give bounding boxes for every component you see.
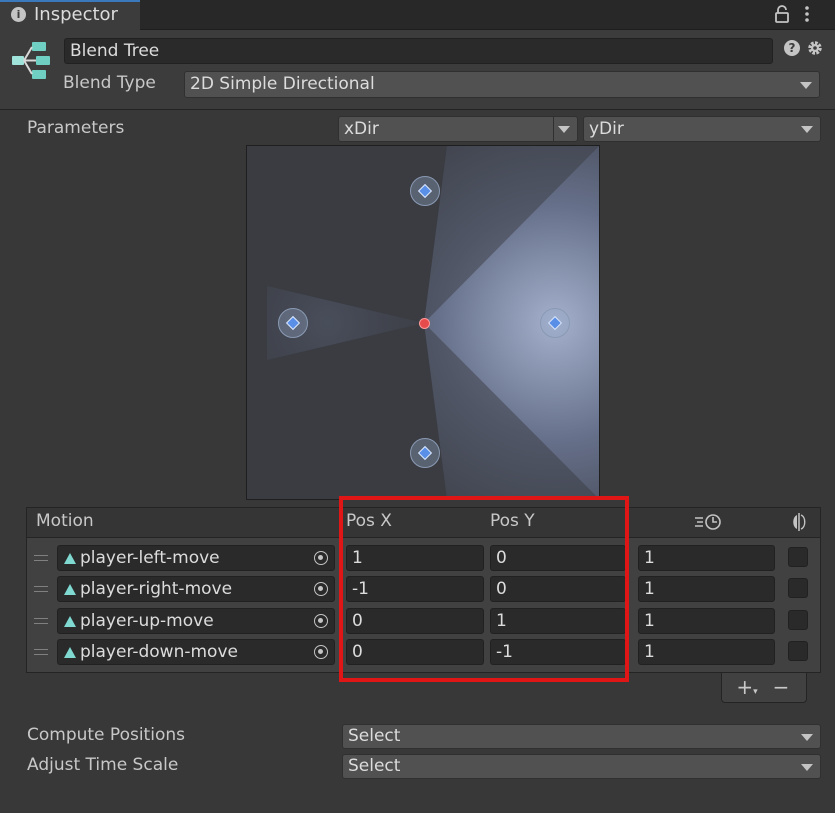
- adjust-time-scale-value: Select: [348, 756, 401, 776]
- time-scale-field[interactable]: 1: [638, 639, 775, 665]
- object-picker-icon[interactable]: [314, 582, 328, 596]
- compute-positions-label: Compute Positions: [27, 725, 185, 745]
- object-picker-icon[interactable]: [314, 551, 328, 565]
- blend-node-left[interactable]: [278, 308, 308, 338]
- chevron-down-icon: [801, 126, 813, 133]
- help-icon[interactable]: ?: [784, 40, 800, 56]
- blend-type-label: Blend Type: [63, 73, 156, 93]
- blend-node-up[interactable]: [410, 176, 440, 206]
- y-parameter-dropdown[interactable]: yDir: [583, 116, 821, 142]
- blend-node-down[interactable]: [410, 438, 440, 468]
- motion-clip-name: player-down-move: [80, 642, 238, 662]
- animation-clip-icon: [64, 584, 76, 595]
- blend-tree-icon: [12, 42, 50, 79]
- x-parameter-dropdown[interactable]: xDir: [338, 116, 578, 142]
- motion-clip-field[interactable]: player-right-move: [57, 576, 335, 602]
- animation-clip-icon: [64, 553, 76, 564]
- x-parameter-value: xDir: [344, 119, 379, 139]
- chevron-down-icon: [558, 126, 570, 133]
- drag-handle-icon[interactable]: [34, 649, 48, 655]
- chevron-down-icon: [801, 763, 813, 771]
- time-scale-field[interactable]: 1: [638, 576, 775, 602]
- motion-clip-name: player-right-move: [80, 579, 233, 599]
- lock-icon[interactable]: [773, 4, 791, 24]
- drag-handle-icon[interactable]: [34, 618, 48, 624]
- list-footer: [721, 673, 807, 703]
- mirror-icon: [793, 513, 806, 531]
- drag-handle-icon[interactable]: [34, 555, 48, 561]
- more-options-icon[interactable]: [800, 4, 814, 24]
- motion-clip-name: player-up-move: [80, 611, 214, 631]
- mirror-checkbox[interactable]: [788, 610, 808, 630]
- motion-clip-field[interactable]: player-left-move: [57, 545, 335, 571]
- mirror-checkbox[interactable]: [788, 578, 808, 598]
- mirror-checkbox[interactable]: [788, 547, 808, 567]
- adjust-time-scale-dropdown[interactable]: Select: [342, 754, 821, 779]
- blend-type-value: 2D Simple Directional: [190, 74, 375, 94]
- object-picker-icon[interactable]: [314, 645, 328, 659]
- animation-clip-icon: [64, 647, 76, 658]
- chevron-down-icon: [801, 733, 813, 741]
- blend-tree-name-field[interactable]: Blend Tree: [64, 38, 773, 64]
- blend-graph[interactable]: [246, 145, 600, 500]
- add-motion-button[interactable]: +▾: [736, 675, 758, 699]
- compute-positions-dropdown[interactable]: Select: [342, 724, 821, 749]
- mirror-checkbox[interactable]: [788, 641, 808, 661]
- time-scale-icon: [695, 514, 721, 530]
- info-icon: i: [11, 7, 26, 22]
- compute-positions-value: Select: [348, 726, 401, 746]
- blend-position-marker[interactable]: [419, 318, 430, 329]
- drag-handle-icon[interactable]: [34, 586, 48, 592]
- motion-clip-field[interactable]: player-up-move: [57, 608, 335, 634]
- y-parameter-value: yDir: [589, 119, 624, 139]
- object-picker-icon[interactable]: [314, 614, 328, 628]
- time-scale-field[interactable]: 1: [638, 545, 775, 571]
- blend-type-dropdown[interactable]: 2D Simple Directional: [184, 71, 820, 98]
- motion-clip-field[interactable]: player-down-move: [57, 639, 335, 665]
- time-scale-field[interactable]: 1: [638, 608, 775, 634]
- highlight-box: [339, 496, 629, 682]
- tab-title: Inspector: [34, 4, 118, 25]
- gear-icon[interactable]: [806, 39, 824, 57]
- chevron-down-icon: [800, 81, 812, 89]
- remove-motion-button[interactable]: −: [771, 675, 791, 699]
- motion-column-header: Motion: [36, 511, 94, 531]
- motion-clip-name: player-left-move: [80, 548, 220, 568]
- animation-clip-icon: [64, 616, 76, 627]
- blend-node-right[interactable]: [540, 308, 570, 338]
- adjust-time-scale-label: Adjust Time Scale: [27, 755, 179, 775]
- parameters-label: Parameters: [27, 118, 125, 138]
